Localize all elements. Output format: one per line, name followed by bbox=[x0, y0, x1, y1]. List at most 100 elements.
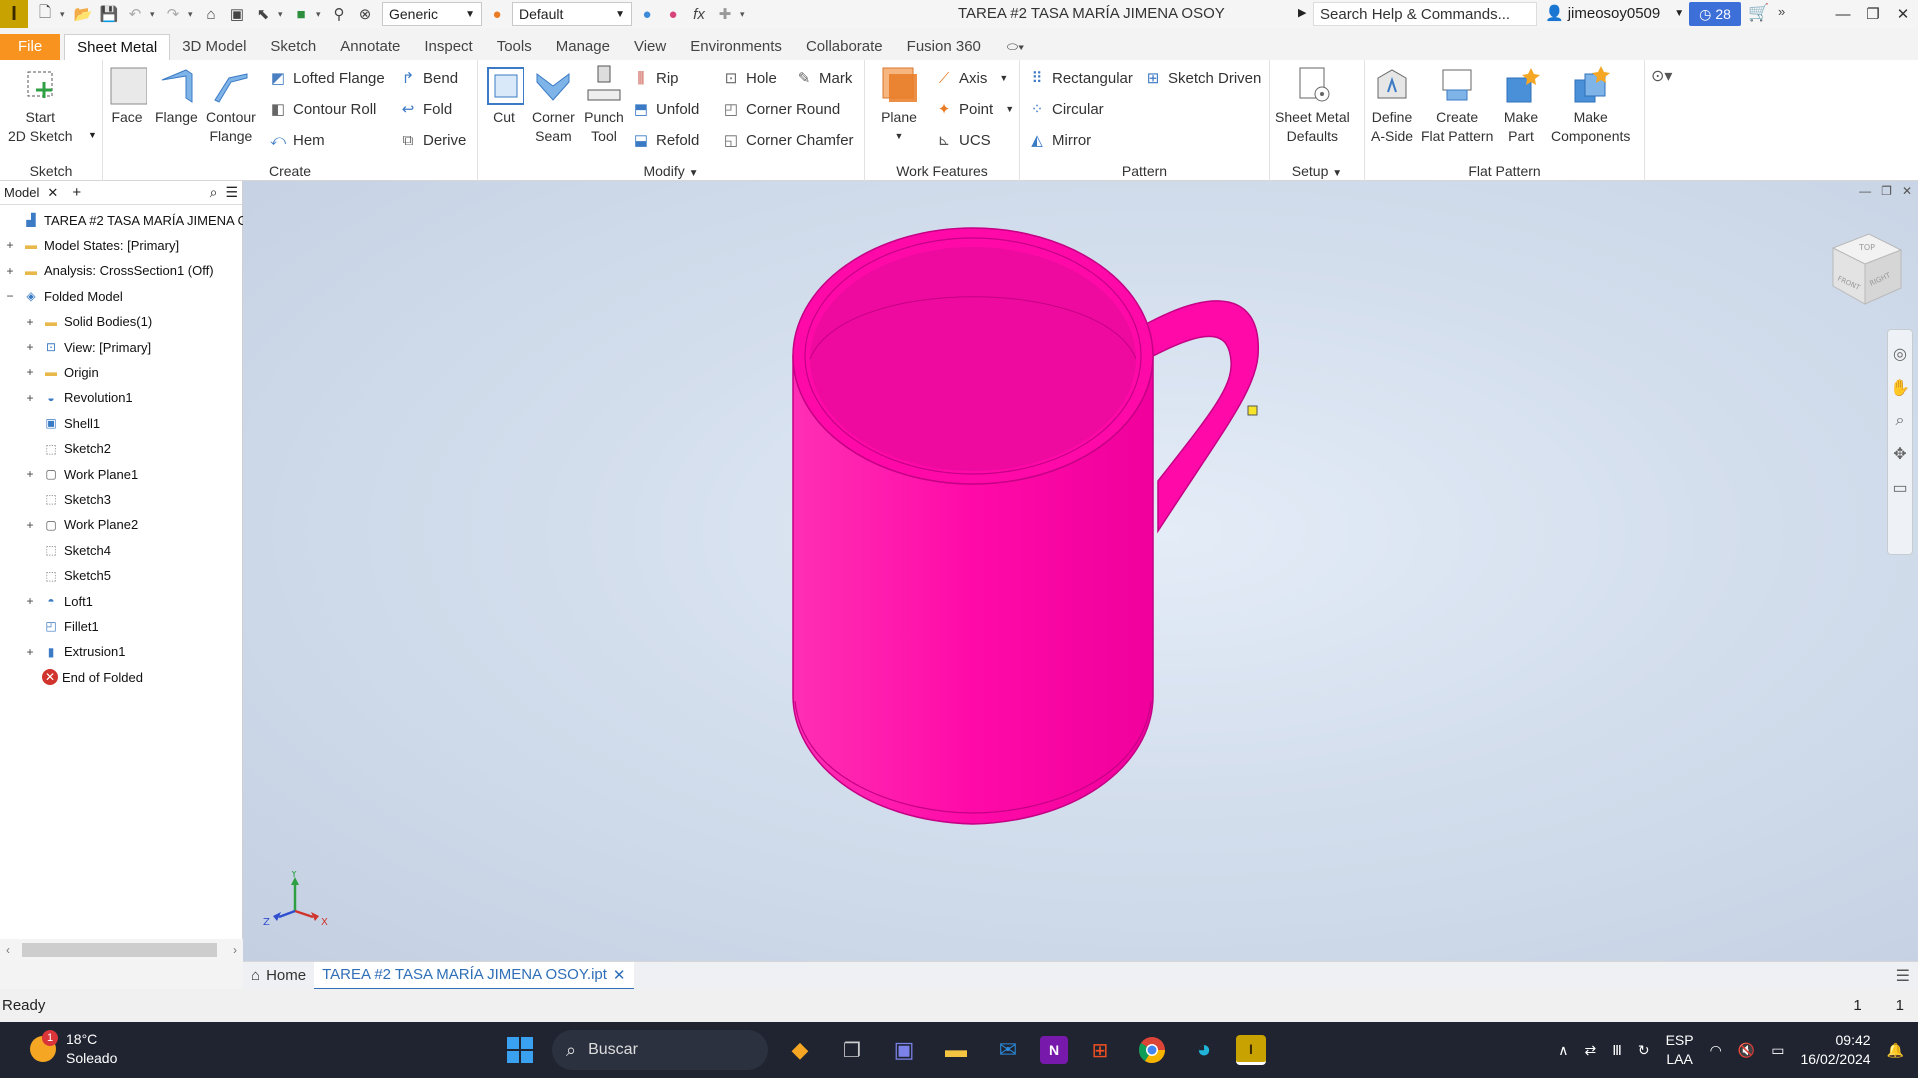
wifi-icon[interactable]: ◠ bbox=[1710, 1042, 1722, 1059]
tab-environments[interactable]: Environments bbox=[678, 34, 794, 60]
material-combo[interactable]: Generic ▼ bbox=[382, 2, 482, 26]
cut-button[interactable]: Cut bbox=[484, 64, 524, 127]
file-explorer-icon[interactable]: ▬ bbox=[936, 1030, 976, 1070]
expand-icon[interactable]: + bbox=[24, 467, 36, 481]
battery-icon[interactable]: ▭ bbox=[1771, 1042, 1784, 1059]
expand-icon[interactable]: + bbox=[4, 264, 16, 278]
expand-icon[interactable]: + bbox=[24, 594, 36, 608]
cart-icon[interactable]: 🛒 bbox=[1748, 3, 1769, 23]
expand-icon[interactable]: + bbox=[24, 518, 36, 532]
language-indicator[interactable]: ESP LAA bbox=[1666, 1031, 1694, 1069]
tree-node[interactable]: + ▬ Origin bbox=[24, 361, 98, 383]
chevron-up-icon[interactable]: ∧ bbox=[1558, 1042, 1568, 1059]
steering-wheel-icon[interactable]: ◎ bbox=[1893, 344, 1907, 364]
face-button[interactable]: Face bbox=[107, 64, 147, 127]
select-dropdown-icon[interactable]: ▾ bbox=[278, 9, 286, 20]
ribbon-display-options-icon[interactable]: ⬭▾ bbox=[1007, 39, 1024, 55]
notifications-bell-icon[interactable]: 🔔 bbox=[1887, 1042, 1904, 1059]
tree-node[interactable]: + ▢ Work Plane1 bbox=[24, 463, 138, 485]
inventor-taskbar-icon[interactable]: I bbox=[1236, 1035, 1266, 1065]
redo-dropdown-icon[interactable]: ▾ bbox=[188, 9, 196, 20]
browser-tab-model[interactable]: Model bbox=[4, 185, 39, 200]
start-2d-sketch-button[interactable]: Start 2D Sketch bbox=[8, 64, 73, 146]
windows-start-icon[interactable] bbox=[500, 1030, 540, 1070]
hole-button[interactable]: ⊡ Hole bbox=[722, 67, 777, 89]
viewcube-graphic[interactable]: TOP FRONT RIGHT bbox=[1825, 228, 1905, 308]
add-icon[interactable]: ✚ bbox=[714, 3, 736, 25]
save-icon[interactable]: 💾 bbox=[98, 3, 120, 25]
mark-button[interactable]: ✎ Mark bbox=[795, 67, 853, 89]
parameters-fx-icon[interactable]: fx bbox=[688, 3, 710, 25]
circular-pattern-button[interactable]: ⁘ Circular bbox=[1028, 98, 1104, 120]
taskbar-search[interactable]: ⌕ Buscar bbox=[552, 1030, 768, 1070]
tree-node[interactable]: + ▢ Work Plane2 bbox=[24, 514, 138, 536]
close-icon[interactable]: ✕ bbox=[1888, 0, 1918, 28]
search-icon[interactable]: ⌕ bbox=[210, 184, 218, 201]
network-settings-icon[interactable]: ⇄ bbox=[1584, 1042, 1596, 1059]
minimize-icon[interactable]: — bbox=[1828, 0, 1858, 28]
plane-button[interactable]: Plane ▼ bbox=[879, 64, 919, 146]
close-icon[interactable]: ✕ bbox=[47, 185, 58, 201]
tree-node[interactable]: + ◓ Loft1 bbox=[24, 590, 92, 612]
flange-button[interactable]: Flange bbox=[155, 64, 198, 127]
help-search-input[interactable]: Search Help & Commands... bbox=[1313, 2, 1537, 26]
sheet-metal-defaults-button[interactable]: Sheet Metal Defaults bbox=[1275, 64, 1350, 146]
hem-button[interactable]: ⤺ Hem bbox=[269, 129, 325, 151]
tab-inspect[interactable]: Inspect bbox=[412, 34, 484, 60]
edge-icon[interactable]: ◕ bbox=[1184, 1030, 1224, 1070]
derive-button[interactable]: ⧉ Derive bbox=[399, 129, 467, 151]
tab-sketch[interactable]: Sketch bbox=[258, 34, 328, 60]
selection-marker[interactable] bbox=[1247, 405, 1258, 416]
tree-node[interactable]: + ▮ Extrusion1 bbox=[24, 641, 125, 663]
tree-node[interactable]: + ▬ Model States: [Primary] bbox=[4, 234, 179, 256]
modify-panel-label[interactable]: Modify ▼ bbox=[478, 163, 864, 179]
expand-search-icon[interactable]: ▶ bbox=[1298, 6, 1306, 19]
scroll-left-icon[interactable]: ‹ bbox=[6, 943, 10, 957]
undo-icon[interactable]: ↶ bbox=[124, 3, 146, 25]
scroll-right-icon[interactable]: › bbox=[233, 943, 237, 957]
create-flat-pattern-button[interactable]: Create Flat Pattern bbox=[1421, 64, 1493, 146]
new-dropdown-icon[interactable]: ▾ bbox=[60, 9, 68, 20]
add-browser-icon[interactable]: + bbox=[72, 184, 81, 201]
trial-days-badge[interactable]: ◷ 28 bbox=[1689, 2, 1741, 26]
viewcube[interactable]: TOP FRONT RIGHT bbox=[1825, 228, 1905, 308]
setup-panel-label[interactable]: Setup ▼ bbox=[1270, 163, 1364, 179]
expand-icon[interactable]: + bbox=[24, 391, 36, 405]
graphics-viewport[interactable]: TOP FRONT RIGHT ◎ ✋ ⌕ ✥ ▭ — ❐ ✕ Y X Z bbox=[243, 181, 1918, 961]
tab-fusion-360[interactable]: Fusion 360 bbox=[895, 34, 993, 60]
task-view-icon[interactable]: ❐ bbox=[832, 1030, 872, 1070]
tab-3d-model[interactable]: 3D Model bbox=[170, 34, 258, 60]
contour-roll-button[interactable]: ◧ Contour Roll bbox=[269, 98, 376, 120]
update-icon[interactable]: ▣ bbox=[226, 3, 248, 25]
unfold-button[interactable]: ⬒ Unfold bbox=[632, 98, 699, 120]
home-tab[interactable]: ⌂ Home bbox=[243, 962, 314, 990]
bend-button[interactable]: ↱ Bend bbox=[399, 67, 458, 89]
customize-qa-icon[interactable]: ▾ bbox=[740, 9, 748, 20]
refold-button[interactable]: ⬓ Refold bbox=[632, 129, 699, 151]
appearance-icon[interactable]: ⚲ bbox=[328, 3, 350, 25]
axis-button[interactable]: ⟋ Axis ▼ bbox=[935, 67, 1009, 89]
material-icon[interactable]: ■ bbox=[290, 3, 312, 25]
copilot-icon[interactable]: ◆ bbox=[780, 1030, 820, 1070]
tab-sheet-metal[interactable]: Sheet Metal bbox=[64, 34, 171, 60]
tree-node[interactable]: ⬚ Sketch4 bbox=[24, 539, 111, 561]
open-icon[interactable]: 📂 bbox=[72, 3, 94, 25]
appearance-combo[interactable]: Default ▼ bbox=[512, 2, 632, 26]
mail-icon[interactable]: ✉ bbox=[988, 1030, 1028, 1070]
pan-icon[interactable]: ✋ bbox=[1890, 378, 1910, 398]
model-canvas[interactable] bbox=[243, 181, 1918, 961]
expand-icon[interactable]: + bbox=[24, 645, 36, 659]
audio-levels-icon[interactable]: Ⅲ bbox=[1612, 1042, 1622, 1059]
close-icon[interactable]: ✕ bbox=[613, 966, 626, 984]
expand-icon[interactable]: + bbox=[4, 238, 16, 252]
tree-node[interactable]: ▟ TAREA #2 TASA MARÍA JIMENA OSOY bbox=[4, 209, 275, 231]
chrome-icon[interactable] bbox=[1132, 1030, 1172, 1070]
fold-button[interactable]: ↩ Fold bbox=[399, 98, 452, 120]
mirror-button[interactable]: ◭ Mirror bbox=[1028, 129, 1091, 151]
make-part-button[interactable]: Make Part bbox=[1501, 64, 1541, 146]
collapse-icon[interactable]: − bbox=[4, 289, 16, 303]
tree-node[interactable]: − ◈ Folded Model bbox=[4, 285, 122, 307]
user-account[interactable]: 👤 jimeosoy0509 ▼ bbox=[1545, 4, 1684, 23]
tab-file[interactable]: File bbox=[0, 34, 61, 60]
lofted-flange-button[interactable]: ◩ Lofted Flange bbox=[269, 67, 385, 89]
